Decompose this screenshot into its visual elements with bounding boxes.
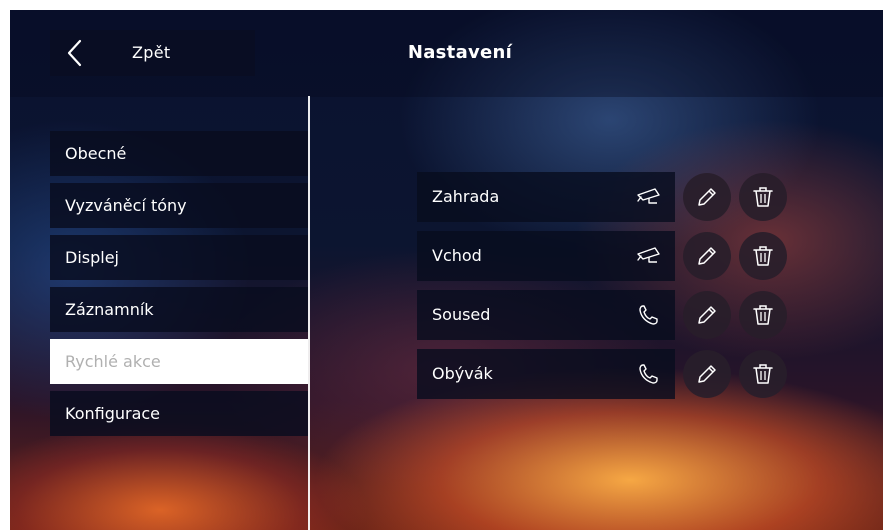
- menu-item-label: Rychlé akce: [65, 352, 161, 371]
- edit-button[interactable]: [683, 291, 731, 339]
- menu-item-zaznamnik[interactable]: Záznamník: [50, 287, 308, 332]
- menu-item-obecne[interactable]: Obecné: [50, 131, 308, 176]
- pencil-icon: [698, 188, 716, 206]
- page-title: Nastavení: [407, 42, 513, 63]
- trash-icon: [753, 187, 773, 207]
- quick-action-item[interactable]: Soused: [417, 290, 675, 340]
- trash-icon: [753, 246, 773, 266]
- delete-button[interactable]: [739, 232, 787, 280]
- pencil-icon: [698, 247, 716, 265]
- quick-action-label: Vchod: [432, 246, 482, 265]
- quick-action-item[interactable]: Obývák: [417, 349, 675, 399]
- edit-button[interactable]: [683, 173, 731, 221]
- menu-item-label: Konfigurace: [65, 404, 161, 423]
- pencil-icon: [698, 306, 716, 324]
- menu-item-label: Vyzváněcí tóny: [65, 196, 187, 215]
- menu-item-rychle-akce[interactable]: Rychlé akce: [50, 339, 308, 384]
- pencil-icon: [698, 365, 716, 383]
- phone-icon: [639, 364, 658, 384]
- menu-item-label: Záznamník: [65, 300, 154, 319]
- delete-button[interactable]: [739, 291, 787, 339]
- top-bar: Zpět Nastavení: [10, 10, 883, 97]
- menu-item-vyzvaneci-tony[interactable]: Vyzváněcí tóny: [50, 183, 308, 228]
- edit-button[interactable]: [683, 350, 731, 398]
- quick-action-label: Obývák: [432, 364, 493, 383]
- trash-icon: [753, 305, 773, 325]
- menu-item-label: Obecné: [65, 144, 127, 163]
- edit-button[interactable]: [683, 232, 731, 280]
- menu-item-displej[interactable]: Displej: [50, 235, 308, 280]
- phone-icon: [639, 305, 658, 325]
- trash-icon: [753, 364, 773, 384]
- quick-action-label: Zahrada: [432, 187, 500, 206]
- delete-button[interactable]: [739, 173, 787, 221]
- quick-action-item[interactable]: Zahrada: [417, 172, 675, 222]
- camera-icon: [637, 188, 660, 204]
- vertical-divider: [308, 96, 310, 530]
- screen: Zpět Nastavení Obecné Vyzváněcí tóny Dis…: [10, 10, 883, 530]
- menu-item-konfigurace[interactable]: Konfigurace: [50, 391, 308, 436]
- settings-menu: Obecné Vyzváněcí tóny Displej Záznamník …: [50, 131, 308, 443]
- menu-item-label: Displej: [65, 248, 119, 267]
- delete-button[interactable]: [739, 350, 787, 398]
- quick-action-label: Soused: [432, 305, 491, 324]
- quick-action-item[interactable]: Vchod: [417, 231, 675, 281]
- camera-icon: [637, 247, 660, 263]
